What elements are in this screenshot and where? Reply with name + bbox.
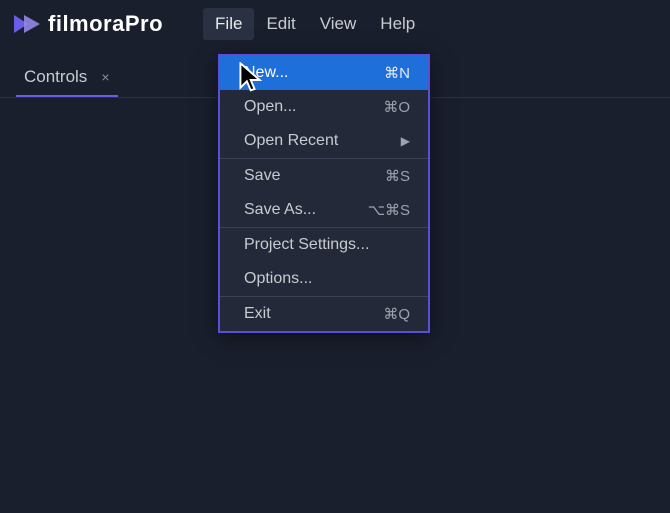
app-logo-area: filmoraPro (14, 11, 163, 37)
menubar: filmoraPro File Edit View Help (0, 0, 670, 48)
close-icon[interactable]: × (97, 69, 113, 85)
app-title: filmoraPro (48, 11, 163, 37)
menu-item-label: Exit (244, 305, 271, 323)
menu-item-project-settings[interactable]: Project Settings... (220, 228, 428, 262)
menu-item-label: Options... (244, 270, 312, 288)
menu-item-exit[interactable]: Exit ⌘Q (220, 297, 428, 331)
menu-item-label: Open Recent (244, 132, 338, 150)
menu-item-open[interactable]: Open... ⌘O (220, 90, 428, 124)
menu-item-label: Save As... (244, 201, 316, 219)
app-name-part1: filmora (48, 11, 125, 36)
menu-item-save-as[interactable]: Save As... ⌥⌘S (220, 193, 428, 227)
menu-item-save[interactable]: Save ⌘S (220, 159, 428, 193)
menu-item-shortcut: ⌥⌘S (368, 201, 410, 219)
menu-item-shortcut: ⌘O (383, 98, 410, 116)
menu-help[interactable]: Help (368, 8, 427, 40)
app-name-part2: Pro (125, 11, 163, 36)
menu-item-open-recent[interactable]: Open Recent ▶ (220, 124, 428, 158)
menu-edit[interactable]: Edit (254, 8, 307, 40)
menu-item-shortcut: ⌘Q (383, 305, 410, 323)
menu-item-shortcut: ⌘S (385, 167, 410, 185)
menu-item-label: Project Settings... (244, 236, 369, 254)
menu-items: File Edit View Help (203, 8, 427, 40)
chevron-right-icon: ▶ (401, 134, 410, 148)
menu-item-label: Save (244, 167, 280, 185)
tab-label: Controls (24, 67, 87, 87)
menu-view[interactable]: View (308, 8, 369, 40)
file-menu-dropdown: New... ⌘N Open... ⌘O Open Recent ▶ Save … (218, 54, 430, 333)
tab-controls[interactable]: Controls × (16, 59, 118, 98)
menu-item-shortcut: ⌘N (384, 64, 410, 82)
menu-item-label: Open... (244, 98, 296, 116)
menu-item-label: New... (244, 64, 288, 82)
menu-item-options[interactable]: Options... (220, 262, 428, 296)
filmora-logo-icon (14, 11, 40, 37)
menu-item-new[interactable]: New... ⌘N (220, 56, 428, 90)
menu-file[interactable]: File (203, 8, 254, 40)
